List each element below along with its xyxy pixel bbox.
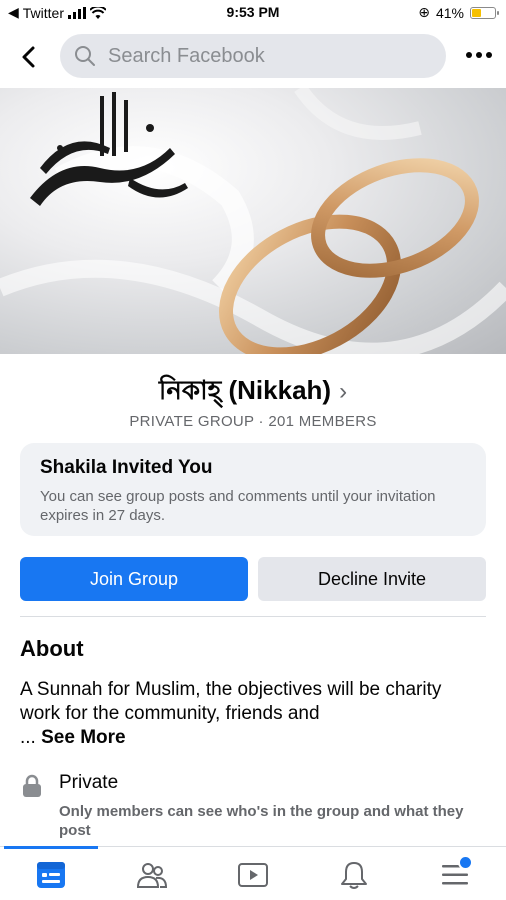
see-more-link[interactable]: See More xyxy=(41,727,125,748)
search-icon xyxy=(75,46,95,66)
invitation-title: Shakila Invited You xyxy=(40,457,213,478)
news-feed-icon xyxy=(37,862,65,888)
notification-badge xyxy=(458,855,473,870)
tab-news-feed[interactable] xyxy=(31,855,71,895)
tab-notifications[interactable] xyxy=(334,855,374,895)
back-arrow-icon[interactable] xyxy=(14,42,44,72)
notifications-icon xyxy=(341,862,367,889)
calligraphy-emblem xyxy=(30,92,188,206)
groups-icon xyxy=(136,863,168,888)
more-options-icon[interactable] xyxy=(466,52,492,58)
bottom-tab-bar xyxy=(0,846,506,900)
privacy-description: Only members can see who's in the group … xyxy=(59,803,464,839)
about-heading: About xyxy=(20,636,84,661)
orientation-lock-icon: ⊕ xyxy=(418,4,430,20)
status-bar: ◀ Twitter 9:53 PM ⊕ 41% xyxy=(0,0,506,26)
divider xyxy=(20,616,486,617)
tab-menu[interactable] xyxy=(435,855,475,895)
chevron-right-icon: › xyxy=(339,378,348,405)
join-group-button[interactable]: Join Group xyxy=(20,557,248,601)
decline-invite-button[interactable]: Decline Invite xyxy=(258,557,486,601)
search-placeholder: Search Facebook xyxy=(108,44,265,67)
tab-groups[interactable] xyxy=(132,855,172,895)
privacy-title: Private xyxy=(59,772,119,793)
about-ellipsis: ... xyxy=(20,727,36,748)
invitation-card: Shakila Invited You You can see group po… xyxy=(20,443,486,536)
watch-icon xyxy=(238,863,268,887)
tab-watch[interactable] xyxy=(233,855,273,895)
group-name[interactable]: নিকাহ্ (Nikkah) › xyxy=(0,370,506,414)
group-cover-photo[interactable] xyxy=(0,88,506,354)
search-input[interactable]: Search Facebook xyxy=(60,34,446,78)
top-nav: Search Facebook xyxy=(0,30,506,84)
lock-icon xyxy=(23,774,41,797)
active-tab-indicator xyxy=(4,846,98,849)
group-name-text: নিকাহ্ (Nikkah) xyxy=(158,375,332,405)
about-text: A Sunnah for Muslim, the objectives will… xyxy=(20,679,442,724)
invitation-description: You can see group posts and comments unt… xyxy=(40,488,436,524)
battery-icon xyxy=(470,6,499,19)
battery-percent: 41% xyxy=(435,4,464,21)
about-description: A Sunnah for Muslim, the objectives will… xyxy=(20,678,460,750)
group-meta: PRIVATE GROUP · 201 MEMBERS xyxy=(129,413,377,430)
